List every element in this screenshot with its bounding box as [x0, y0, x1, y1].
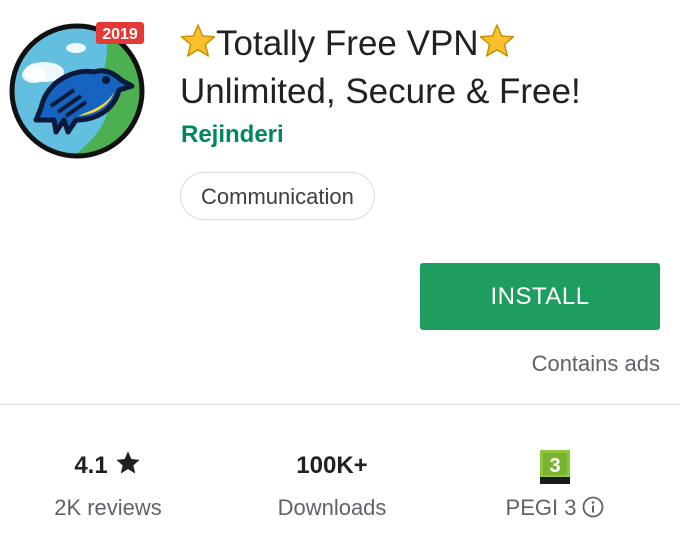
rating-value: 4.1 [74, 452, 108, 479]
contains-ads-label: Contains ads [531, 351, 660, 376]
downloads-stat: 100K+ Downloads [252, 446, 412, 522]
pegi-badge-row: 3 [480, 446, 630, 486]
rating-value-row: 4.1 [30, 446, 186, 486]
install-button[interactable]: INSTALL [420, 263, 660, 330]
app-icon: 2019 [6, 20, 148, 162]
developer-link[interactable]: Rejinderi [181, 121, 284, 149]
app-title: Totally Free VPN Unlimited, Secure & Fre… [180, 20, 660, 116]
downloads-value: 100K+ [296, 452, 368, 479]
bird-logo-icon: 2019 [9, 22, 145, 159]
content-rating-stat[interactable]: 3 PEGI 3 [480, 446, 630, 522]
app-title-line1: Totally Free VPN [216, 24, 479, 63]
downloads-label: Downloads [277, 495, 387, 520]
pegi-label: PEGI 3 [505, 495, 577, 520]
category-chip[interactable]: Communication [180, 172, 375, 220]
star-glyph-icon [479, 23, 515, 59]
info-icon[interactable] [582, 496, 604, 518]
reviews-count: 2K reviews [54, 495, 162, 520]
app-title-line2: Unlimited, Secure & Free! [180, 72, 581, 111]
star-icon [114, 449, 142, 477]
pegi-badge-icon: 3 [540, 449, 570, 484]
pegi-label-row: PEGI 3 [480, 494, 630, 522]
year-badge-text: 2019 [102, 26, 138, 43]
pegi-badge-number: 3 [549, 455, 560, 477]
divider [0, 404, 680, 405]
star-glyph-icon [180, 23, 216, 59]
rating-stat[interactable]: 4.1 2K reviews [30, 446, 186, 522]
